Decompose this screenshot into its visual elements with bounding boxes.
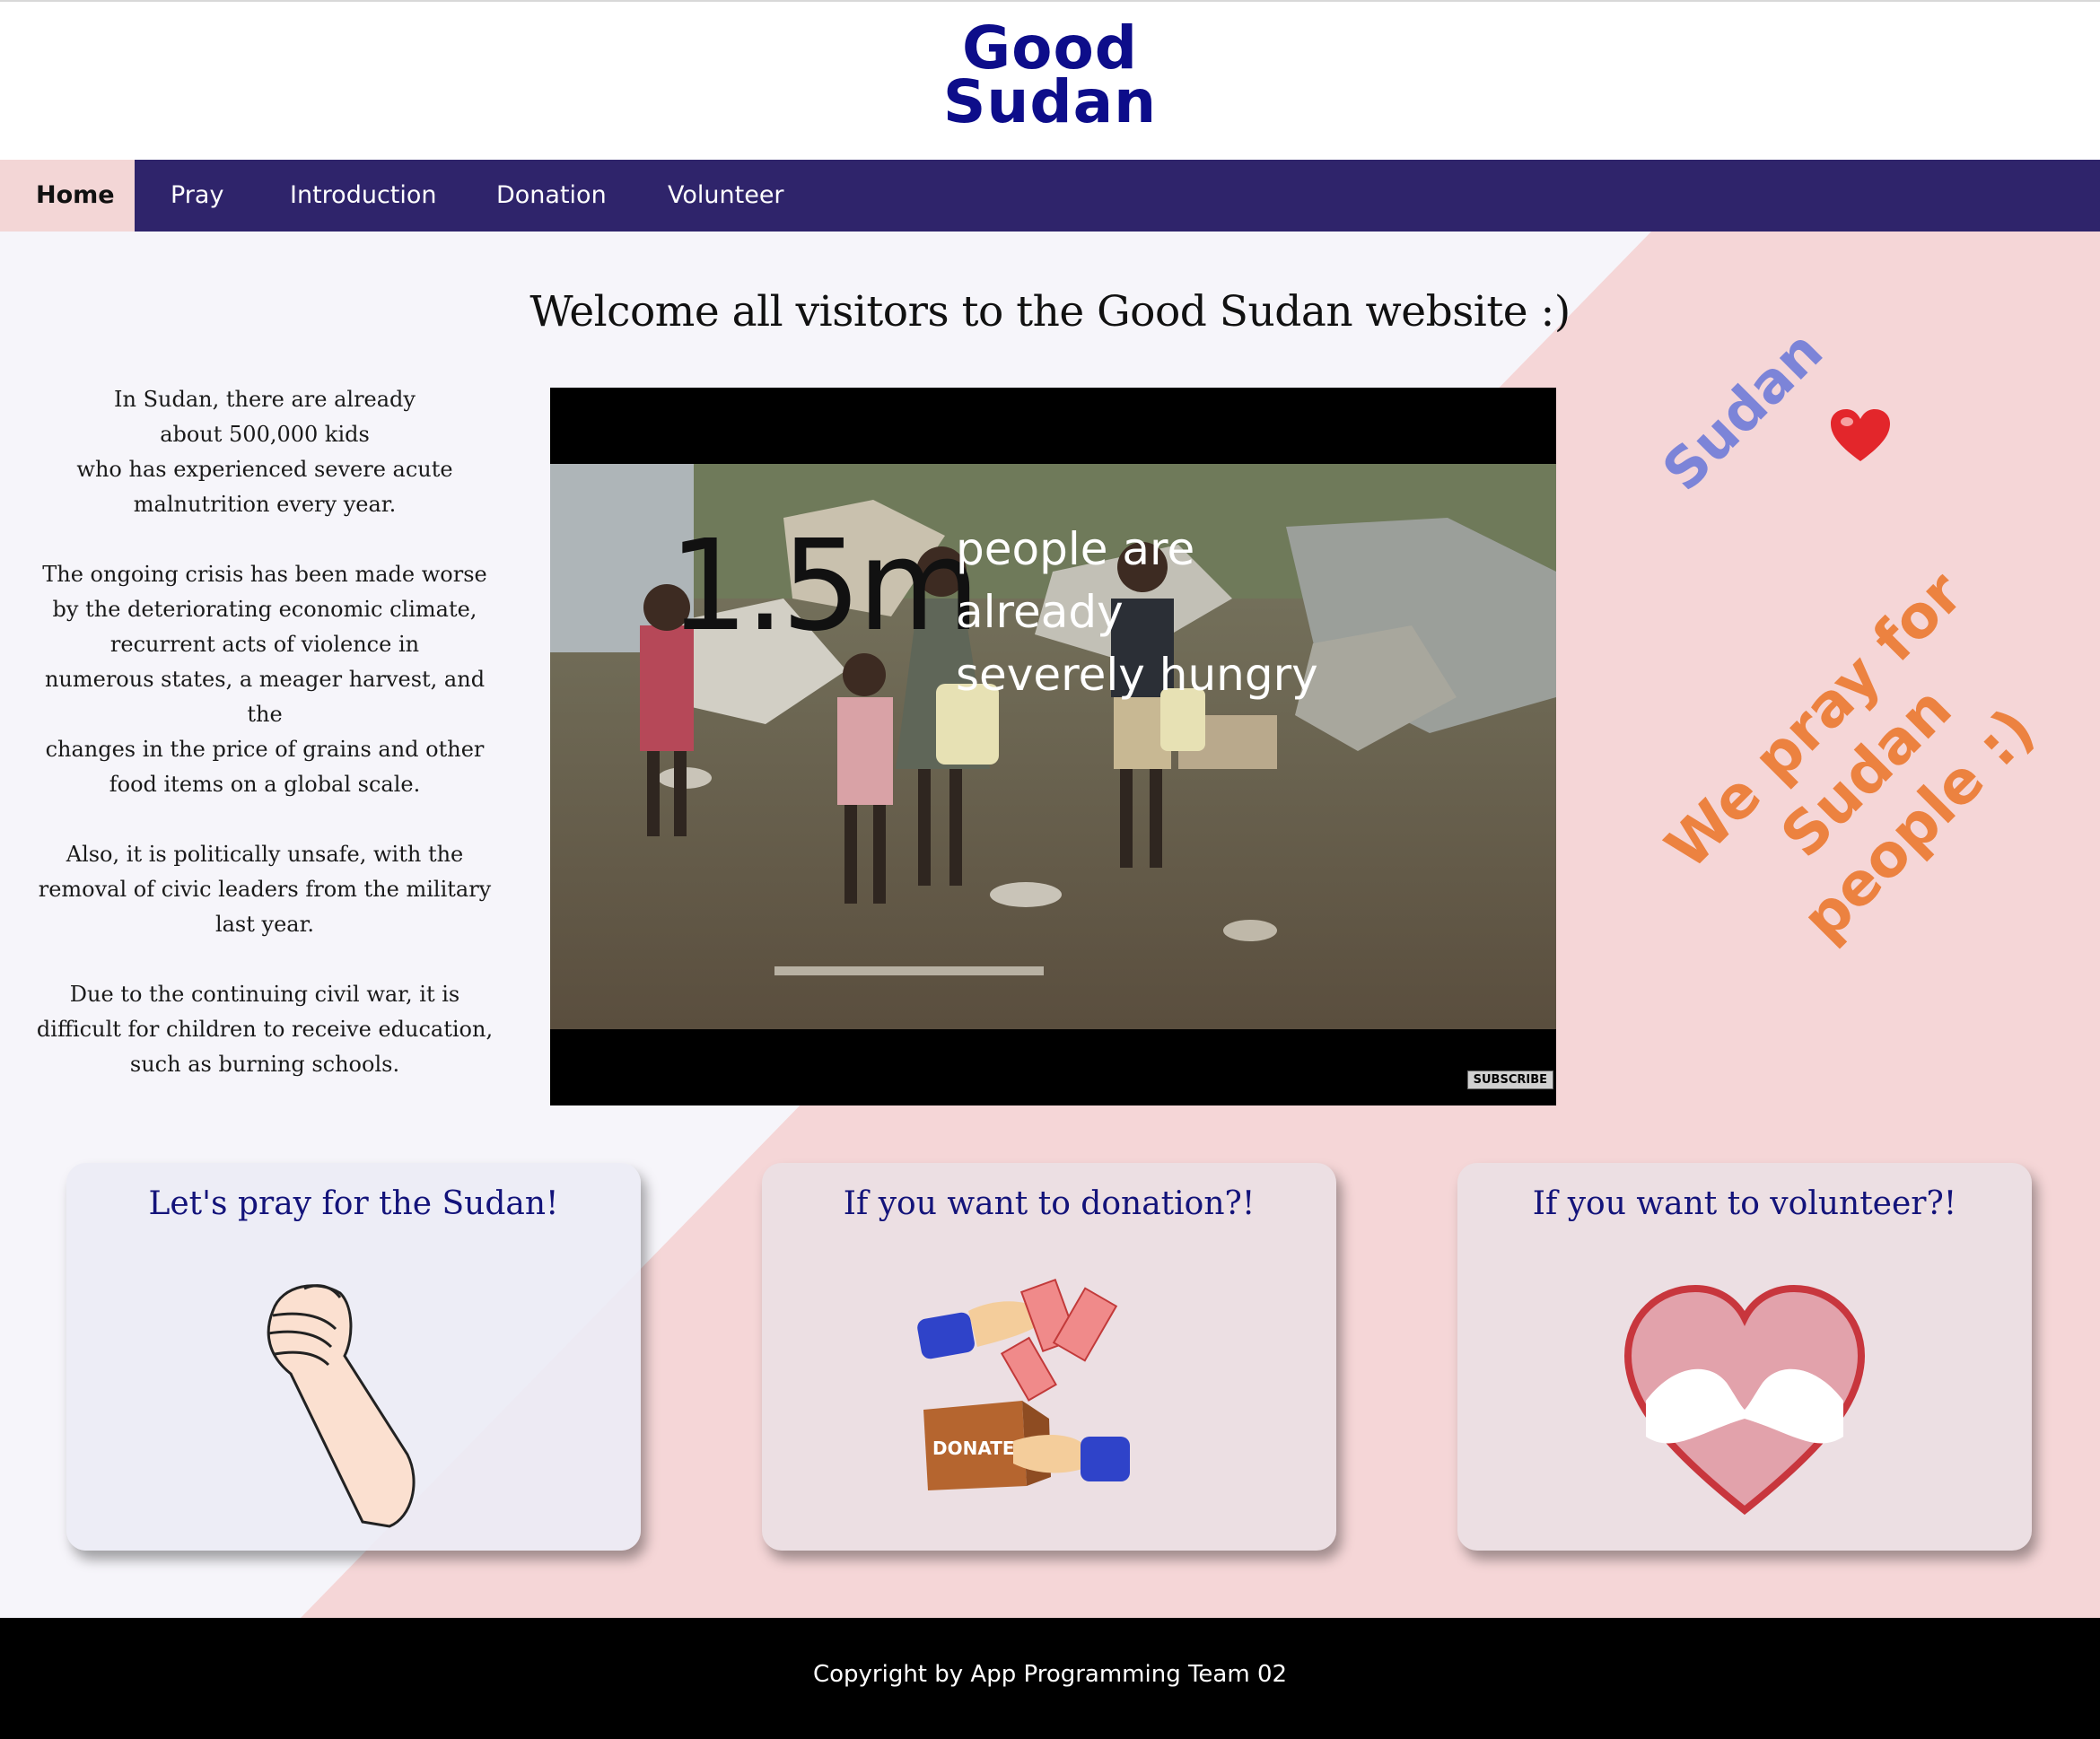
main-content: Welcome all visitors to the Good Sudan w… bbox=[0, 232, 2100, 1618]
card-title: If you want to donation?! bbox=[843, 1185, 1256, 1222]
welcome-heading: Welcome all visitors to the Good Sudan w… bbox=[529, 287, 1571, 336]
nav-introduction[interactable]: Introduction bbox=[254, 160, 473, 232]
nav-volunteer[interactable]: Volunteer bbox=[632, 160, 820, 232]
fact-paragraph: The ongoing crisis has been made worse b… bbox=[42, 562, 487, 797]
fact-paragraph: In Sudan, there are already about 500,00… bbox=[76, 387, 453, 517]
donate-box-label: DONATE bbox=[932, 1438, 1015, 1459]
donation-card[interactable]: If you want to donation?! DONATE bbox=[762, 1163, 1336, 1551]
nav-pray[interactable]: Pray bbox=[135, 160, 259, 232]
logo-line-2: Sudan bbox=[942, 67, 1158, 136]
main-nav: Home Pray Introduction Donation Voluntee… bbox=[0, 160, 2100, 232]
praying-hands-icon bbox=[267, 1284, 416, 1528]
donation-box-icon: DONATE bbox=[917, 1278, 1130, 1490]
volunteer-card[interactable]: If you want to volunteer?! bbox=[1457, 1163, 2032, 1551]
card-title: Let's pray for the Sudan! bbox=[148, 1185, 559, 1222]
subscribe-button[interactable]: SUBSCRIBE bbox=[1466, 1070, 1553, 1089]
site-header: Good Sudan bbox=[0, 2, 2100, 160]
video-player[interactable]: 1.5m people are already severely hungry … bbox=[550, 388, 1556, 1105]
card-title: If you want to volunteer?! bbox=[1532, 1185, 1957, 1222]
pray-card[interactable]: Let's pray for the Sudan! bbox=[66, 1163, 641, 1551]
nav-donation[interactable]: Donation bbox=[460, 160, 643, 232]
video-overlay-number: 1.5m bbox=[669, 513, 980, 660]
red-heart-icon bbox=[1831, 409, 1890, 461]
fact-paragraph: Also, it is politically unsafe, with the… bbox=[38, 842, 492, 937]
copyright-text: Copyright by App Programming Team 02 bbox=[812, 1661, 1288, 1688]
heart-hands-icon bbox=[1623, 1284, 1866, 1516]
site-footer: Copyright by App Programming Team 02 bbox=[0, 1618, 2100, 1739]
sudan-facts: In Sudan, there are already about 500,00… bbox=[27, 382, 503, 1117]
nav-home[interactable]: Home bbox=[0, 160, 135, 232]
fact-paragraph: Due to the continuing civil war, it is d… bbox=[36, 982, 494, 1077]
site-logo[interactable]: Good Sudan bbox=[915, 19, 1185, 136]
video-overlay-caption: people are already severely hungry bbox=[956, 523, 1318, 701]
